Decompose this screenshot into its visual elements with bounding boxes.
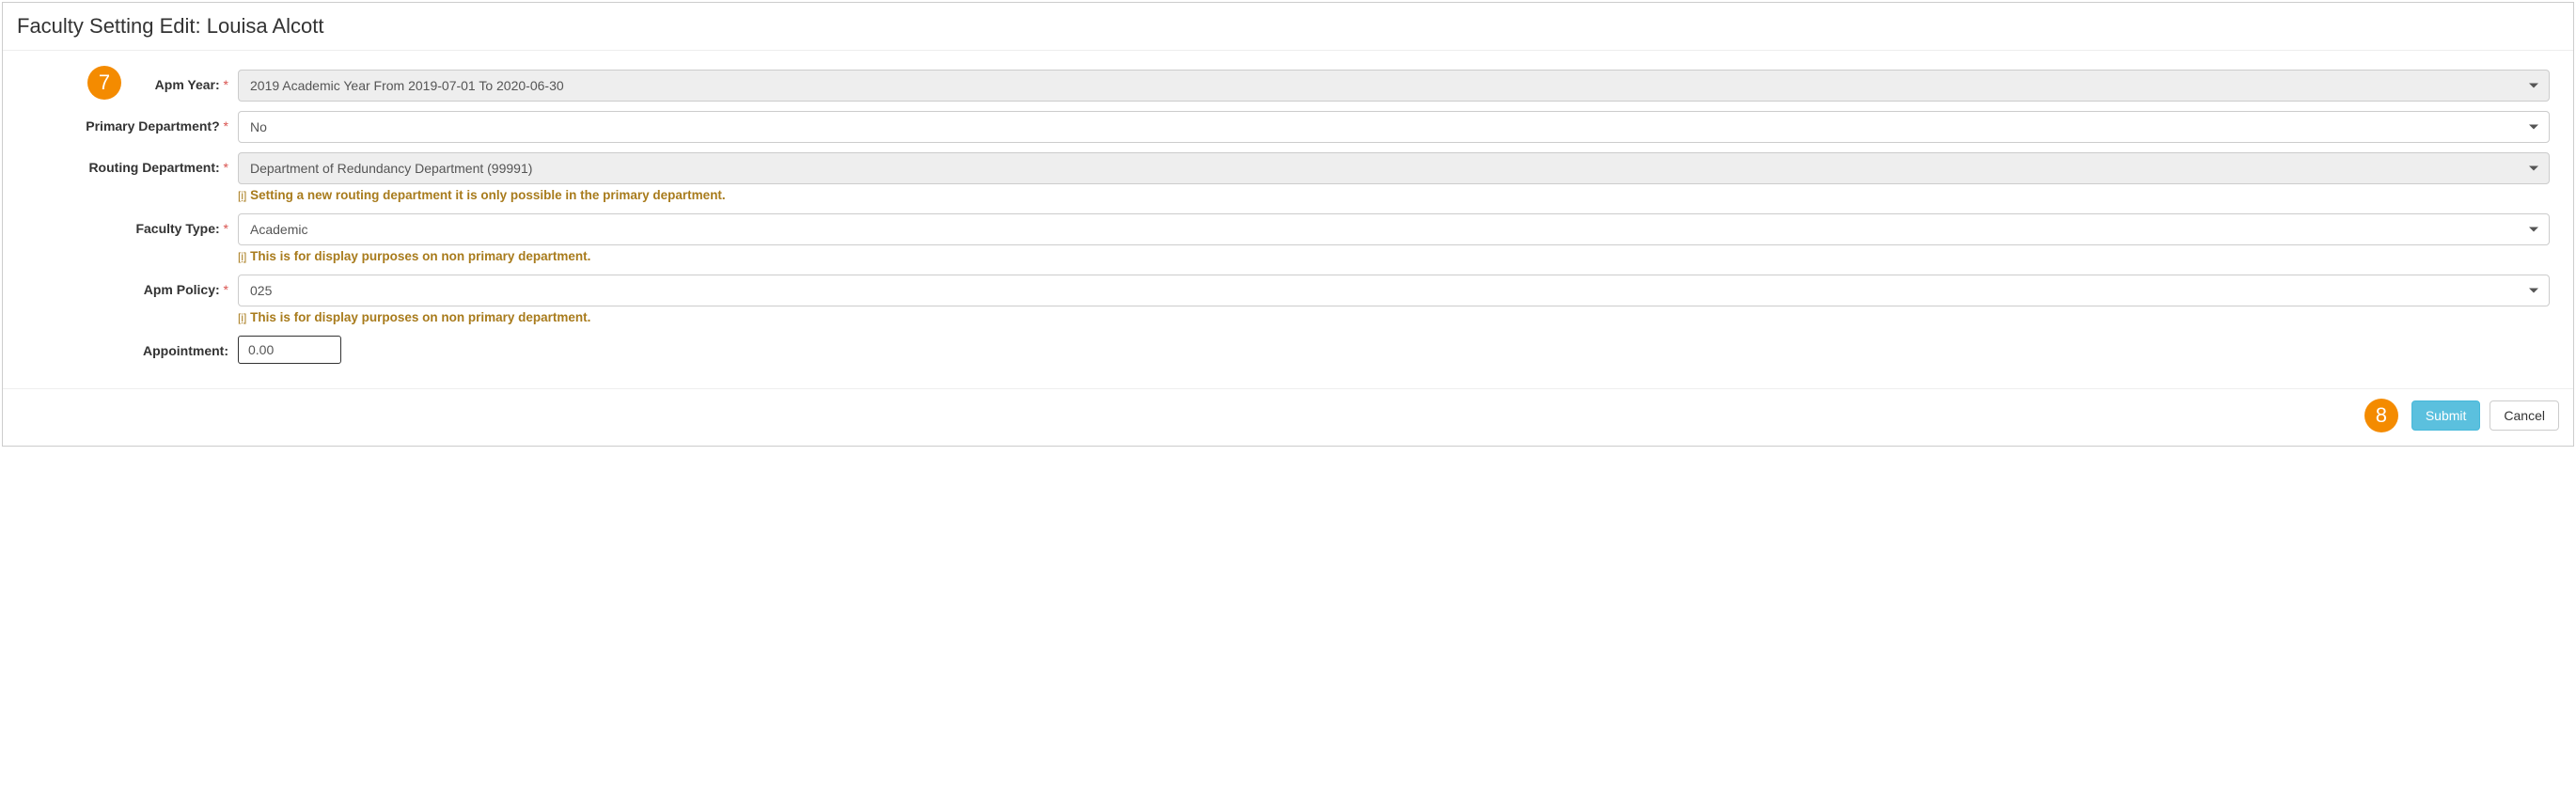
row-apm-policy: Apm Policy: * 025 [i] This is for displa… — [17, 275, 2559, 330]
required-apm-year: * — [224, 77, 228, 92]
note-faculty-type: [i] This is for display purposes on non … — [238, 249, 2550, 263]
primary-dept-select[interactable]: No — [238, 111, 2550, 143]
appointment-input[interactable] — [238, 336, 341, 364]
label-faculty-type-text: Faculty Type: — [135, 221, 219, 236]
select-wrap-primary-dept: No — [238, 111, 2550, 143]
label-primary-dept-text: Primary Department? — [86, 118, 219, 133]
page-title: Faculty Setting Edit: Louisa Alcott — [17, 14, 2559, 39]
select-wrap-apm-year: 2019 Academic Year From 2019-07-01 To 20… — [238, 70, 2550, 102]
select-wrap-faculty-type: Academic — [238, 213, 2550, 245]
row-appointment: Appointment: — [17, 336, 2559, 364]
apm-year-select[interactable]: 2019 Academic Year From 2019-07-01 To 20… — [238, 70, 2550, 102]
row-faculty-type: Faculty Type: * Academic [i] This is for… — [17, 213, 2559, 269]
row-apm-year: Apm Year: * 2019 Academic Year From 2019… — [17, 70, 2559, 105]
submit-button[interactable]: Submit — [2411, 400, 2481, 431]
label-apm-year-text: Apm Year: — [155, 77, 220, 92]
control-appointment — [238, 336, 2559, 364]
panel-footer: 8 Submit Cancel — [3, 388, 2573, 446]
required-faculty-type: * — [224, 221, 228, 236]
label-routing-dept-text: Routing Department: — [88, 160, 219, 175]
apm-policy-select[interactable]: 025 — [238, 275, 2550, 306]
cancel-button[interactable]: Cancel — [2490, 400, 2559, 431]
label-appointment: Appointment: — [17, 336, 238, 358]
note-routing-dept-text: Setting a new routing department it is o… — [250, 188, 726, 202]
note-apm-policy: [i] This is for display purposes on non … — [238, 310, 2550, 324]
panel-header: Faculty Setting Edit: Louisa Alcott — [3, 3, 2573, 51]
label-apm-policy-text: Apm Policy: — [144, 282, 220, 297]
label-apm-year: Apm Year: * — [17, 70, 238, 92]
required-primary-dept: * — [224, 118, 228, 133]
note-apm-policy-text: This is for display purposes on non prim… — [250, 310, 590, 324]
label-faculty-type: Faculty Type: * — [17, 213, 238, 236]
label-routing-dept: Routing Department: * — [17, 152, 238, 175]
note-routing-dept: [i] Setting a new routing department it … — [238, 188, 2550, 202]
label-appointment-text: Appointment: — [143, 343, 228, 358]
panel-body: 7 Apm Year: * 2019 Academic Year From 20… — [3, 51, 2573, 379]
select-wrap-routing-dept: Department of Redundancy Department (999… — [238, 152, 2550, 184]
select-wrap-apm-policy: 025 — [238, 275, 2550, 306]
control-apm-year: 2019 Academic Year From 2019-07-01 To 20… — [238, 70, 2559, 105]
row-primary-dept: Primary Department? * No — [17, 111, 2559, 147]
label-apm-policy: Apm Policy: * — [17, 275, 238, 297]
control-primary-dept: No — [238, 111, 2559, 147]
required-apm-policy: * — [224, 282, 228, 297]
required-routing-dept: * — [224, 160, 228, 175]
control-apm-policy: 025 [i] This is for display purposes on … — [238, 275, 2559, 330]
info-icon: [i] — [238, 250, 246, 263]
routing-dept-select[interactable]: Department of Redundancy Department (999… — [238, 152, 2550, 184]
info-icon: [i] — [238, 311, 246, 324]
control-routing-dept: Department of Redundancy Department (999… — [238, 152, 2559, 208]
step-marker-8: 8 — [2364, 399, 2398, 432]
faculty-type-select[interactable]: Academic — [238, 213, 2550, 245]
label-primary-dept: Primary Department? * — [17, 111, 238, 133]
step-marker-7: 7 — [87, 66, 121, 100]
faculty-setting-panel: Faculty Setting Edit: Louisa Alcott 7 Ap… — [2, 2, 2574, 447]
row-routing-dept: Routing Department: * Department of Redu… — [17, 152, 2559, 208]
control-faculty-type: Academic [i] This is for display purpose… — [238, 213, 2559, 269]
info-icon: [i] — [238, 189, 246, 202]
note-faculty-type-text: This is for display purposes on non prim… — [250, 249, 590, 263]
